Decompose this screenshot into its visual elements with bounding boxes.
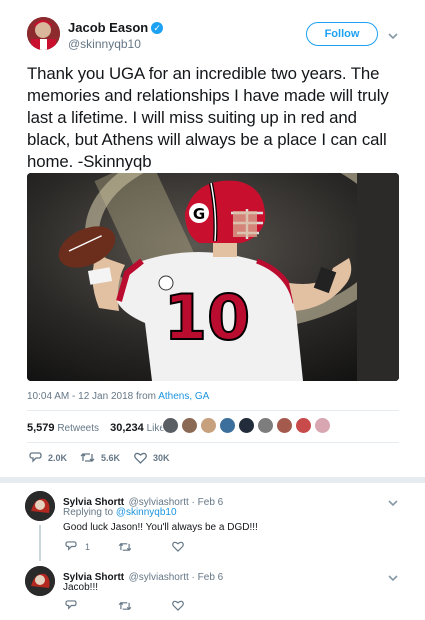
likes-stat[interactable]: 30,234 Likes xyxy=(110,422,170,434)
liker-avatar[interactable] xyxy=(162,417,179,434)
divider xyxy=(27,410,399,411)
reply-avatar-image xyxy=(25,491,55,521)
reply-author-handle[interactable]: @sylviashortt xyxy=(129,572,189,583)
liker-avatar[interactable] xyxy=(238,417,255,434)
liker-avatar[interactable] xyxy=(219,417,236,434)
reply-date[interactable]: Feb 6 xyxy=(198,497,224,508)
reply-like-action[interactable] xyxy=(172,541,184,552)
reply-retweet-action[interactable] xyxy=(118,601,132,611)
svg-text:G: G xyxy=(193,205,205,223)
tweet-timestamp-row: 10:04 AM - 12 Jan 2018 from Athens, GA xyxy=(27,391,209,402)
heart-icon xyxy=(172,541,184,552)
author-avatar[interactable] xyxy=(27,17,60,50)
retweet-icon xyxy=(118,601,132,611)
tweet-stats: 5,579 Retweets 30,234 Likes xyxy=(27,422,170,434)
liker-avatar[interactable] xyxy=(314,417,331,434)
author-name-row: Jacob Eason ✓ xyxy=(68,19,164,37)
reply-like-action[interactable] xyxy=(172,600,184,611)
author-avatar-image xyxy=(27,17,60,50)
reply-avatar[interactable] xyxy=(25,491,55,521)
reply-icon xyxy=(29,452,42,463)
reply-icon xyxy=(65,541,77,551)
reply-reply-count: 1 xyxy=(85,541,91,552)
retweets-count: 5,579 xyxy=(27,422,55,434)
heart-icon xyxy=(172,600,184,611)
section-separator xyxy=(0,477,425,483)
like-count: 30K xyxy=(153,453,170,463)
divider xyxy=(27,442,399,443)
retweet-icon xyxy=(118,542,132,552)
liker-avatar[interactable] xyxy=(181,417,198,434)
date-separator: · xyxy=(188,497,198,508)
reply-icon xyxy=(65,600,77,610)
retweets-stat[interactable]: 5,579 Retweets xyxy=(27,422,99,434)
follow-button[interactable]: Follow xyxy=(306,22,378,46)
tweet-timestamp[interactable]: 10:04 AM - 12 Jan 2018 from xyxy=(27,391,158,402)
tweet-location-link[interactable]: Athens, GA xyxy=(158,391,209,402)
liker-avatar[interactable] xyxy=(257,417,274,434)
author-handle[interactable]: @skinnyqb10 xyxy=(68,37,141,51)
heart-icon xyxy=(134,452,147,464)
retweet-action[interactable]: 5.6K xyxy=(80,452,120,463)
reply-date[interactable]: Feb 6 xyxy=(198,572,224,583)
retweet-icon xyxy=(80,453,95,462)
liker-avatar[interactable] xyxy=(295,417,312,434)
like-action[interactable]: 30K xyxy=(134,452,170,464)
reply-retweet-action[interactable] xyxy=(118,542,132,552)
likers-avatars xyxy=(162,417,333,435)
likes-count: 30,234 xyxy=(110,422,144,434)
author-name[interactable]: Jacob Eason xyxy=(68,20,148,35)
reply-text: Jacob!!! xyxy=(63,582,99,593)
reply-action[interactable]: 2.0K xyxy=(29,452,67,464)
replying-to-mention[interactable]: @skinnyqb10 xyxy=(116,507,177,518)
reply-reply-action[interactable] xyxy=(65,600,77,611)
replying-to-label: Replying to xyxy=(63,507,114,518)
tweet-text: Thank you UGA for an incredible two year… xyxy=(27,64,389,171)
verified-badge-icon: ✓ xyxy=(151,22,164,34)
reply-avatar[interactable] xyxy=(25,566,55,596)
thread-connector-line xyxy=(39,525,41,561)
liker-avatar[interactable] xyxy=(200,417,217,434)
jersey-number: 10 xyxy=(164,281,250,354)
date-separator: · xyxy=(188,572,198,583)
liker-avatar[interactable] xyxy=(276,417,293,434)
quarterback-photo: 10 G xyxy=(27,173,399,381)
replying-to-line: Replying to @skinnyqb10 xyxy=(63,507,177,518)
tweet-photo[interactable]: 10 G xyxy=(27,173,399,381)
reply-menu-chevron-icon[interactable] xyxy=(388,494,398,512)
tweet-menu-chevron-icon[interactable] xyxy=(388,27,398,45)
retweets-label: Retweets xyxy=(57,423,99,434)
retweet-count: 5.6K xyxy=(101,452,121,463)
reply-avatar-image xyxy=(25,566,55,596)
reply-count: 2.0K xyxy=(48,453,68,463)
reply-menu-chevron-icon[interactable] xyxy=(388,569,398,587)
reply-reply-action[interactable]: 1 xyxy=(65,541,90,552)
reply-text: Good luck Jason!! You'll always be a DGD… xyxy=(63,522,258,533)
